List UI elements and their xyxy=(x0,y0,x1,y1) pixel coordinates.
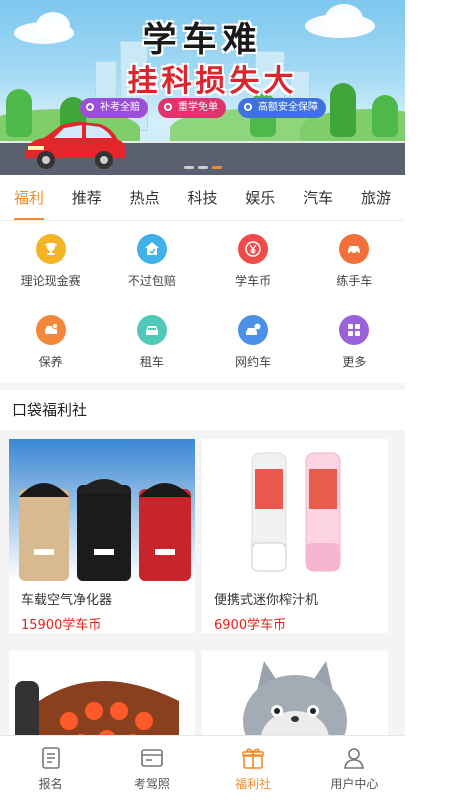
rental-car-icon xyxy=(136,315,167,345)
product-name: 车载空气净化器 xyxy=(21,593,113,608)
trophy-icon xyxy=(35,234,66,264)
tab-travel[interactable]: 旅游 xyxy=(361,181,391,214)
tab-welfare[interactable]: 福利 xyxy=(13,181,44,220)
nav-signup[interactable]: 报名 xyxy=(0,736,101,800)
product-card-mini-juicer[interactable]: 便携式迷你榨汁机 6900学车币 xyxy=(202,439,388,633)
service-more[interactable]: 更多 xyxy=(304,302,405,383)
yen-coin-icon xyxy=(238,234,269,264)
nav-label: 福利社 xyxy=(235,776,272,791)
service-label: 练手车 xyxy=(336,274,373,288)
nav-user-center[interactable]: 用户中心 xyxy=(304,736,405,800)
service-label: 理论现金赛 xyxy=(20,274,81,288)
tab-recommend[interactable]: 推荐 xyxy=(72,181,102,214)
nav-label: 报名 xyxy=(38,776,63,791)
product-card-plush-toy[interactable] xyxy=(202,651,388,735)
nav-label: 用户中心 xyxy=(330,776,379,791)
product-image xyxy=(202,651,388,735)
service-label: 网约车 xyxy=(235,355,272,369)
section-title: 口袋福利社 xyxy=(0,390,405,430)
license-card-icon xyxy=(141,748,163,767)
service-label: 学车币 xyxy=(235,274,272,288)
red-car-illustration xyxy=(26,122,126,169)
banner-title-line2: 挂科损失大 xyxy=(127,64,298,99)
service-grid: 理论现金赛 不过包赔 学车币 练手车 保养 租车 网约车 更多 xyxy=(0,221,405,383)
product-image xyxy=(9,651,195,735)
banner-tag-free-relearn: 重学免单 xyxy=(158,98,226,118)
service-theory-cash-contest[interactable]: 理论现金赛 xyxy=(0,221,101,302)
promo-banner[interactable]: 学车难 挂科损失大 补考全赔 重学免单 高额安全保障 xyxy=(0,0,405,175)
service-ride-hailing[interactable]: 网约车 xyxy=(203,302,304,383)
bottom-nav: 报名 考驾照 福利社 用户中心 xyxy=(0,735,405,800)
category-tabs: 福利 推荐 热点 科技 娱乐 汽车 旅游 xyxy=(0,175,405,221)
home-shield-icon xyxy=(136,234,167,264)
more-grid-icon xyxy=(339,315,370,345)
product-image xyxy=(9,439,195,581)
service-car-rental[interactable]: 租车 xyxy=(101,302,202,383)
service-label: 保养 xyxy=(38,355,63,369)
ride-hailing-icon xyxy=(238,315,269,345)
service-practice-car[interactable]: 练手车 xyxy=(304,221,405,302)
product-card-air-purifier[interactable]: 车载空气净化器 15900学车币 xyxy=(9,439,195,633)
service-label: 不过包赔 xyxy=(127,274,176,288)
product-list: 车载空气净化器 15900学车币 便携式迷你榨汁机 6900学车币 xyxy=(0,430,405,735)
product-price: 6900学车币 xyxy=(214,618,287,633)
tab-entertainment[interactable]: 娱乐 xyxy=(245,181,275,214)
tab-auto[interactable]: 汽车 xyxy=(303,181,333,214)
gift-icon xyxy=(242,747,264,769)
tab-hot[interactable]: 热点 xyxy=(130,181,160,214)
banner-tag-safety-guarantee: 高额安全保障 xyxy=(238,98,326,118)
product-image xyxy=(202,439,388,581)
nav-label: 考驾照 xyxy=(133,776,170,791)
service-no-pass-refund[interactable]: 不过包赔 xyxy=(101,221,202,302)
nav-driving-license[interactable]: 考驾照 xyxy=(101,736,202,800)
carousel-indicator xyxy=(184,166,222,169)
service-maintenance[interactable]: 保养 xyxy=(0,302,101,383)
banner-title-line1: 学车难 xyxy=(142,20,263,60)
banner-tag-makeup-exam: 补考全赔 xyxy=(80,98,148,118)
product-card-massage-pillow[interactable] xyxy=(9,651,195,735)
nav-welfare-club[interactable]: 福利社 xyxy=(203,736,304,800)
app-screen: 学车难 挂科损失大 补考全赔 重学免单 高额安全保障 福利 推荐 热点 科技 娱… xyxy=(0,0,405,800)
tab-tech[interactable]: 科技 xyxy=(187,181,217,214)
product-price: 15900学车币 xyxy=(21,618,102,633)
signup-doc-icon xyxy=(41,746,60,769)
car-icon xyxy=(339,234,370,264)
user-icon xyxy=(344,747,365,769)
service-label: 更多 xyxy=(342,355,367,369)
car-care-icon xyxy=(35,315,66,345)
product-name: 便携式迷你榨汁机 xyxy=(214,593,319,608)
service-label: 租车 xyxy=(139,355,164,369)
service-learner-coin[interactable]: 学车币 xyxy=(203,221,304,302)
